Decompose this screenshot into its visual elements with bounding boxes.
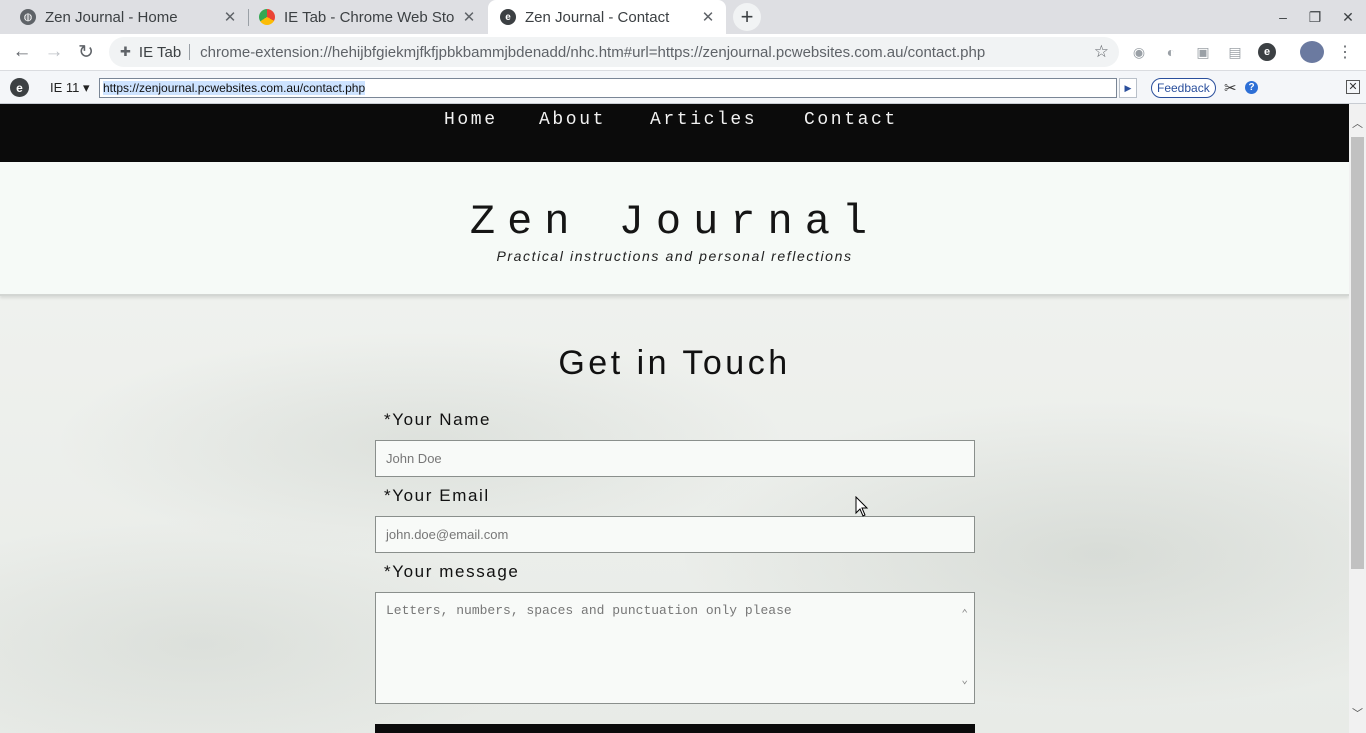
go-arrow-icon[interactable]: ▶ — [1119, 78, 1137, 98]
close-window-icon[interactable]: ✕ — [1331, 0, 1365, 34]
submit-button[interactable] — [375, 724, 975, 733]
nav-contact[interactable]: Contact — [804, 110, 898, 130]
message-field[interactable]: Letters, numbers, spaces and punctuation… — [375, 592, 975, 704]
page-viewport: Home About Articles Contact Zen Journal … — [0, 104, 1349, 733]
site-subtitle: Practical instructions and personal refl… — [496, 248, 853, 264]
ie-mode-dropdown[interactable]: IE 11 ▾ — [50, 80, 90, 96]
reader-icon[interactable]: ▤ — [1226, 43, 1244, 61]
page-scrollbar[interactable]: ︿ ﹀ — [1349, 104, 1366, 733]
ie-address-input[interactable]: https://zenjournal.pcwebsites.com.au/con… — [99, 78, 1117, 98]
restore-icon[interactable]: ❐ — [1298, 0, 1332, 34]
message-label: *Your message — [384, 562, 520, 581]
chevron-up-icon[interactable]: ⌃ — [961, 607, 968, 621]
ie-tab-extension-icon[interactable]: e — [1258, 43, 1276, 61]
new-tab-button[interactable]: + — [733, 3, 761, 31]
extension-chip-label: IE Tab — [138, 43, 182, 61]
close-tab-icon[interactable]: ✕ — [222, 9, 238, 26]
email-label: *Your Email — [384, 486, 490, 505]
tab-title: Zen Journal - Contact — [525, 8, 670, 26]
site-nav: Home About Articles Contact — [0, 104, 1349, 162]
mouse-cursor-icon — [855, 496, 869, 517]
name-label: *Your Name — [384, 410, 492, 429]
feedback-button[interactable]: Feedback — [1151, 78, 1216, 98]
extension-chip[interactable]: ✚ IE Tab — [120, 44, 181, 61]
tools-icon[interactable]: ✂ — [1224, 79, 1237, 97]
email-field[interactable]: john.doe@email.com — [375, 516, 975, 553]
tab-zen-home[interactable]: ◍ Zen Journal - Home ✕ — [0, 0, 248, 34]
browser-toolbar: ← → ↻ ✚ IE Tab chrome-extension://hehijb… — [0, 34, 1366, 70]
extension-icon[interactable]: ◐ — [1162, 43, 1180, 61]
ie-address-text: https://zenjournal.pcwebsites.com.au/con… — [103, 81, 366, 95]
minimize-icon[interactable]: – — [1266, 0, 1300, 34]
reload-icon[interactable]: ↻ — [73, 39, 99, 65]
tab-title: Zen Journal - Home — [45, 8, 178, 26]
tab-title: IE Tab - Chrome Web Store — [284, 8, 455, 26]
omnibox-divider — [189, 44, 191, 60]
avatar[interactable] — [1300, 41, 1324, 63]
nav-about[interactable]: About — [539, 110, 606, 130]
close-tab-icon[interactable]: ✕ — [700, 9, 716, 26]
scroll-down-icon[interactable]: ﹀ — [1349, 704, 1366, 721]
page-title: Get in Touch — [558, 344, 791, 382]
scroll-thumb[interactable] — [1351, 137, 1364, 569]
ie-tab-icon: e — [500, 9, 516, 25]
bookmark-star-icon[interactable]: ☆ — [1094, 42, 1109, 62]
ie-tab-logo-icon: e — [10, 78, 29, 97]
message-placeholder: Letters, numbers, spaces and punctuation… — [386, 603, 792, 618]
back-icon[interactable]: ← — [9, 39, 35, 65]
globe-icon: ◍ — [20, 9, 36, 25]
site-title[interactable]: Zen Journal — [0, 198, 1349, 246]
tab-zen-contact[interactable]: e Zen Journal - Contact ✕ — [488, 0, 726, 34]
close-ie-bar-icon[interactable]: ✕ — [1346, 80, 1360, 94]
camera-icon[interactable]: ◉ — [1130, 43, 1148, 61]
nav-articles[interactable]: Articles — [650, 110, 757, 130]
puzzle-icon: ✚ — [120, 44, 131, 59]
tab-strip: ◍ Zen Journal - Home ✕ IE Tab - Chrome W… — [0, 0, 1366, 34]
forward-icon[interactable]: → — [41, 39, 67, 65]
help-icon[interactable]: ? — [1245, 81, 1258, 94]
menu-kebab-icon[interactable]: ⋮ — [1336, 43, 1354, 61]
nav-home[interactable]: Home — [444, 110, 498, 130]
close-tab-icon[interactable]: ✕ — [461, 9, 477, 26]
site-header: Zen Journal Practical instructions and p… — [0, 162, 1349, 296]
extension-icon[interactable]: ▣ — [1194, 43, 1212, 61]
chevron-down-icon[interactable]: ⌄ — [961, 673, 968, 687]
scroll-up-icon[interactable]: ︿ — [1349, 114, 1366, 131]
name-field[interactable]: John Doe — [375, 440, 975, 477]
tab-ie-tab-store[interactable]: IE Tab - Chrome Web Store ✕ — [249, 0, 487, 34]
ie-tab-bar: e IE 11 ▾ https://zenjournal.pcwebsites.… — [0, 70, 1366, 104]
chrome-web-store-icon — [259, 9, 275, 25]
address-bar[interactable]: ✚ IE Tab chrome-extension://hehijbfgiekm… — [109, 37, 1119, 67]
address-url[interactable]: chrome-extension://hehijbfgiekmjfkfjpbkb… — [200, 44, 985, 61]
